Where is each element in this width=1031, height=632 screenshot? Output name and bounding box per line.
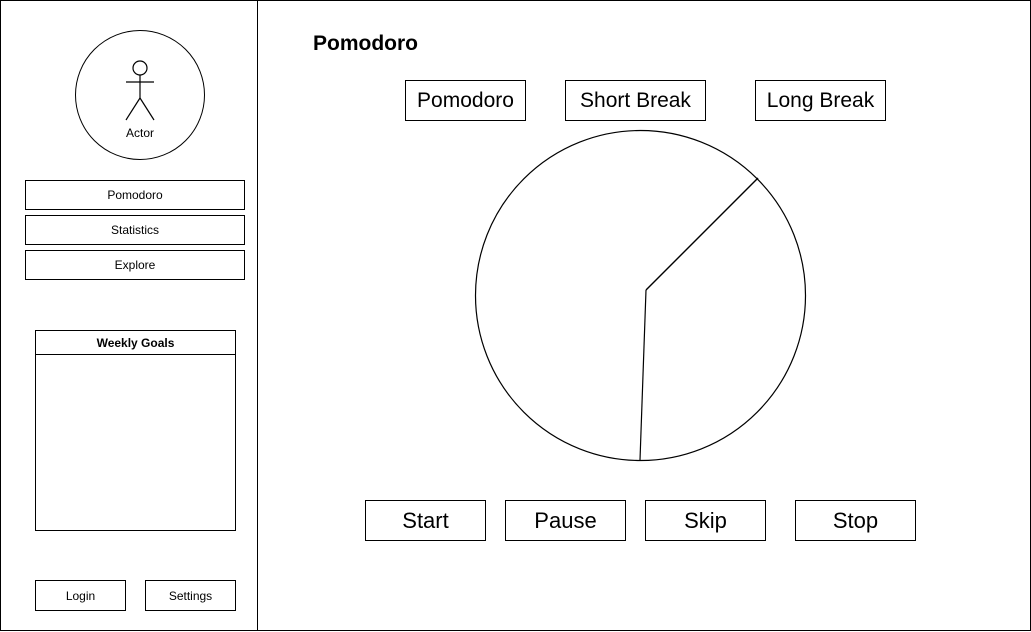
weekly-goals-title: Weekly Goals bbox=[36, 331, 235, 355]
login-button[interactable]: Login bbox=[35, 580, 126, 611]
tab-pomodoro[interactable]: Pomodoro bbox=[405, 80, 526, 121]
skip-button[interactable]: Skip bbox=[645, 500, 766, 541]
weekly-goals-panel: Weekly Goals bbox=[35, 330, 236, 531]
avatar-label: Actor bbox=[125, 126, 154, 140]
sidebar-item-explore[interactable]: Explore bbox=[25, 250, 245, 280]
sidebar-item-statistics[interactable]: Statistics bbox=[25, 215, 245, 245]
sidebar-item-pomodoro[interactable]: Pomodoro bbox=[25, 180, 245, 210]
page-title: Pomodoro bbox=[313, 32, 418, 55]
sidebar: Actor Pomodoro Statistics Explore Weekly… bbox=[0, 0, 258, 630]
settings-button[interactable]: Settings bbox=[145, 580, 236, 611]
timer-dial bbox=[474, 129, 807, 462]
start-button[interactable]: Start bbox=[365, 500, 486, 541]
pause-button[interactable]: Pause bbox=[505, 500, 626, 541]
actor-stick-figure-icon bbox=[125, 60, 155, 121]
tab-short-break[interactable]: Short Break bbox=[565, 80, 706, 121]
stop-button[interactable]: Stop bbox=[795, 500, 916, 541]
tab-long-break[interactable]: Long Break bbox=[755, 80, 886, 121]
